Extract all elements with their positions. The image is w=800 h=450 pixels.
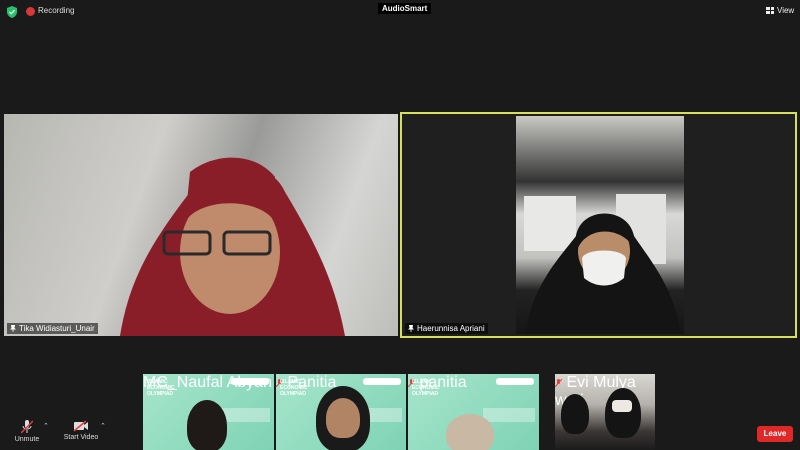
participant-video: [516, 116, 684, 334]
shield-icon[interactable]: [7, 6, 17, 18]
video-tile-naufal[interactable]: ISLAMIC ECONOMIC OLYMPIAD MC_Naufal Abyan: [143, 374, 274, 450]
video-tile-panitia-2[interactable]: ISLAMIC ECONOMIC OLYMPIAD panitia: [408, 374, 539, 450]
slide-text-block: [483, 408, 535, 422]
slide-logos: [363, 378, 401, 385]
leave-button[interactable]: Leave: [757, 426, 793, 442]
grid-view-icon: [766, 7, 774, 14]
start-video-label: Start Video: [63, 434, 99, 441]
video-tile-tika[interactable]: Tika Widiasturi_Unair: [4, 114, 398, 336]
slide-title: ISLAMIC ECONOMIC OLYMPIAD: [147, 379, 175, 397]
mic-muted-icon: [20, 420, 34, 434]
participant-video: [446, 414, 494, 450]
participant-name-label: Tika Widiasturi_Unair: [7, 323, 98, 334]
participant-video: [120, 157, 345, 336]
start-video-button[interactable]: Start Video ⌃: [62, 420, 106, 441]
video-tile-haerunnisa[interactable]: Haerunnisa Apriani: [400, 112, 797, 338]
slide-logos: [231, 378, 269, 385]
unmute-button[interactable]: Unmute ⌃: [12, 420, 49, 443]
unmute-label: Unmute: [14, 436, 40, 443]
participant-video: [187, 400, 227, 450]
slide-logos: [496, 378, 534, 385]
participant-name-label: Haerunnisa Apriani: [405, 323, 488, 334]
pin-icon: [408, 325, 414, 332]
meeting-top-bar: Recording AudioSmart View: [0, 0, 800, 24]
view-label: View: [777, 6, 795, 15]
chevron-up-icon[interactable]: ⌃: [43, 422, 49, 430]
slide-title: ISLAMIC ECONOMIC OLYMPIAD: [412, 379, 440, 397]
slide-title: ISLAMIC ECONOMIC OLYMPIAD: [280, 379, 308, 397]
meeting-title: AudioSmart: [378, 3, 432, 14]
record-dot-icon[interactable]: [26, 7, 35, 16]
pin-icon: [10, 325, 16, 332]
chevron-up-icon[interactable]: ⌃: [100, 422, 106, 430]
view-button[interactable]: View: [766, 6, 794, 15]
video-off-icon: [73, 420, 88, 432]
mic-muted-icon: [555, 378, 563, 388]
video-tile-panitia-1[interactable]: ISLAMIC ECONOMIC OLYMPIAD Panitia: [276, 374, 406, 450]
recording-label[interactable]: Recording: [38, 6, 74, 15]
video-tile-evi[interactable]: Evi Mulya wati: [555, 374, 655, 450]
participant-video: [561, 394, 589, 434]
